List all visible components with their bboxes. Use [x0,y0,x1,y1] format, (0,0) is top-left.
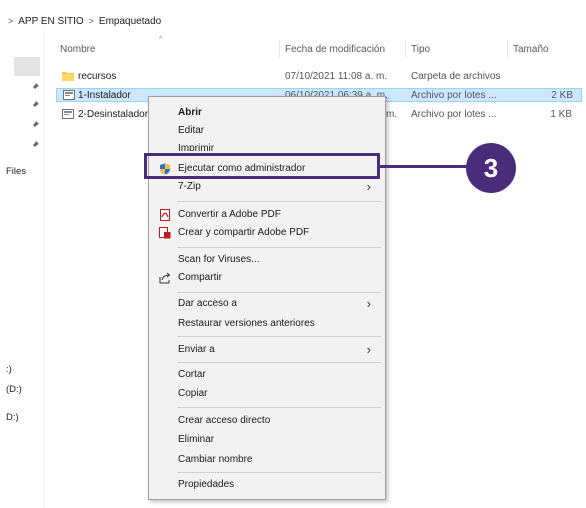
folder-icon [62,72,74,81]
column-separator[interactable] [279,40,280,58]
pane-divider [44,30,45,508]
file-name: 2-Desinstalador [78,109,149,120]
file-modified: m. [386,109,398,120]
menu-item-eliminar[interactable]: Eliminar [149,431,385,449]
menu-item-compartir[interactable]: Compartir [149,269,385,287]
annotation-highlight-box [144,153,380,179]
menu-item-crear-compartir-adobe-pdf[interactable]: Crear y compartir Adobe PDF [149,224,385,242]
file-size: 2 KB [551,90,573,101]
column-header-modified[interactable]: Fecha de modificación [285,44,385,55]
pin-icon[interactable] [30,82,40,92]
batch-file-icon [62,109,74,119]
column-separator[interactable] [405,40,406,58]
adobe-share-pdf-icon [159,227,171,239]
file-size: 1 KB [550,109,572,120]
annotation-step-badge: 3 [466,143,516,193]
menu-item-7zip[interactable]: 7-Zip › [149,178,385,196]
nav-item-selected[interactable] [14,57,40,76]
menu-separator [177,292,381,293]
breadcrumb-item-app-en-sitio[interactable]: APP EN SITIO [18,16,83,27]
menu-item-editar[interactable]: Editar [149,122,385,140]
file-type: Archivo por lotes ... [411,109,497,120]
menu-separator [177,407,381,408]
submenu-arrow-icon: › [366,342,371,357]
menu-item-restaurar-versiones[interactable]: Restaurar versiones anteriores [149,315,385,333]
menu-item-copiar[interactable]: Copiar [149,385,385,403]
pin-icon[interactable] [30,100,40,110]
menu-separator [177,362,381,363]
menu-separator [177,247,381,248]
menu-item-convertir-adobe-pdf[interactable]: Convertir a Adobe PDF [149,206,385,224]
file-name: 1-Instalador [78,90,131,101]
menu-item-scan-for-viruses[interactable]: Scan for Viruses... [149,251,385,269]
menu-item-dar-acceso[interactable]: Dar acceso a › [149,295,385,313]
batch-file-icon [63,90,75,100]
column-separator[interactable] [507,40,508,58]
adobe-pdf-icon [160,209,170,221]
annotation-callout-line [380,165,468,168]
nav-item-files[interactable]: Files [6,166,26,177]
pin-icon[interactable] [30,140,40,150]
chevron-right-icon: > [88,16,94,26]
nav-item-drive-other[interactable]: D:) [6,412,19,423]
column-header-size[interactable]: Tamaño [513,44,549,55]
menu-item-propiedades[interactable]: Propiedades [149,476,385,494]
breadcrumb-item-empaquetado[interactable]: Empaquetado [99,16,161,27]
menu-separator [177,472,381,473]
menu-item-cambiar-nombre[interactable]: Cambiar nombre [149,451,385,469]
file-type: Archivo por lotes ... [411,90,497,101]
file-modified: 07/10/2021 11:08 a. m. [285,71,388,82]
sort-caret-icon: ^ [159,36,163,43]
nav-item-drive[interactable]: :) [6,364,12,375]
chevron-right-icon: > [8,16,14,26]
menu-item-crear-acceso-directo[interactable]: Crear acceso directo [149,412,385,430]
file-type: Carpeta de archivos [411,71,501,82]
share-icon [159,272,171,284]
menu-item-cortar[interactable]: Cortar [149,366,385,384]
menu-separator [177,201,381,202]
file-row-recursos[interactable]: recursos 07/10/2021 11:08 a. m. Carpeta … [56,70,582,84]
navigation-pane: Files :) (D:) D:) [0,30,44,508]
column-header-type[interactable]: Tipo [411,44,430,55]
submenu-arrow-icon: › [366,179,371,194]
column-header-name[interactable]: Nombre [60,44,96,55]
submenu-arrow-icon: › [366,296,371,311]
nav-item-drive-d[interactable]: (D:) [6,384,22,395]
breadcrumb: > APP EN SITIO > Empaquetado [8,14,161,28]
menu-separator [177,336,381,337]
menu-item-imprimir[interactable]: Imprimir [149,140,385,151]
menu-item-enviar-a[interactable]: Enviar a › [149,341,385,359]
file-name: recursos [78,71,117,82]
pin-icon[interactable] [30,120,40,130]
menu-item-abrir[interactable]: Abrir [149,104,385,122]
